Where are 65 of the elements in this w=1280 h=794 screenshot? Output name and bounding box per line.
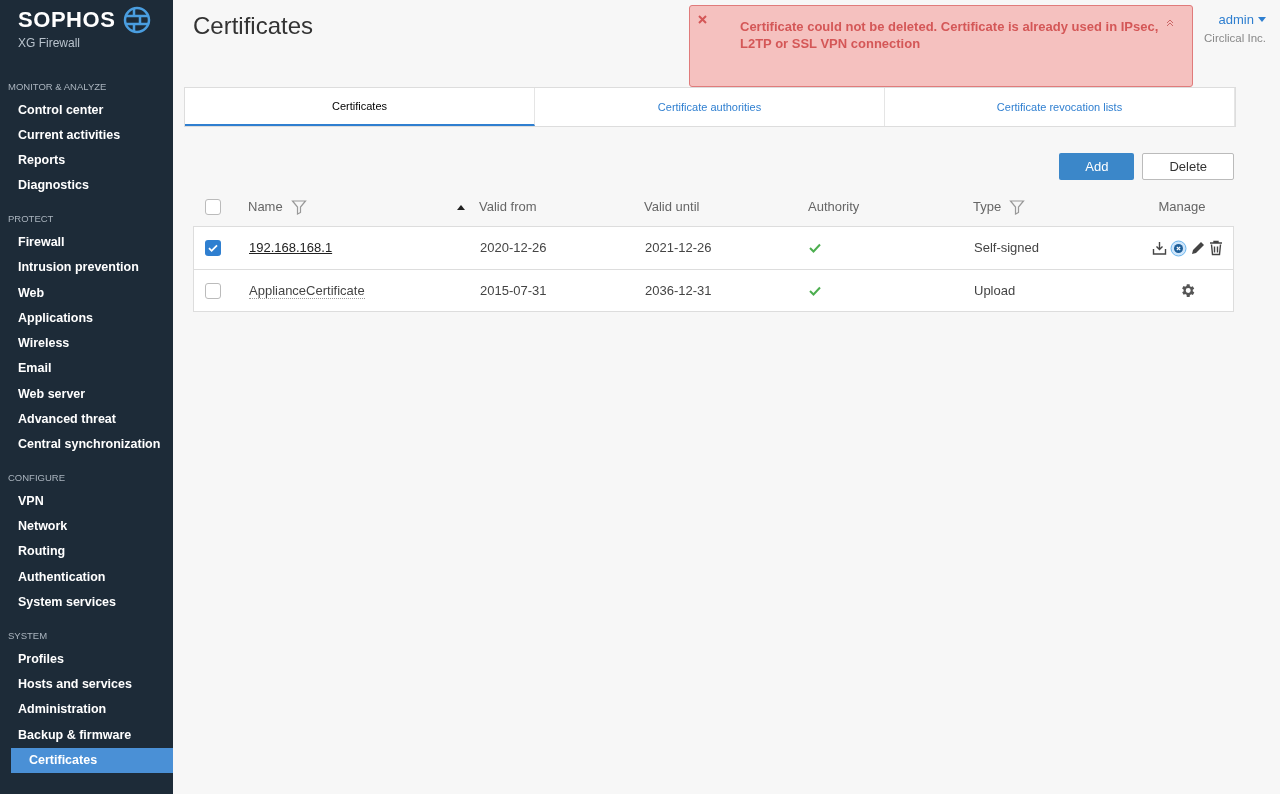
tab[interactable]: Certificate authorities: [535, 88, 885, 126]
column-header[interactable]: Type: [973, 197, 1002, 217]
nav-item[interactable]: Current activities: [0, 122, 173, 148]
nav-item[interactable]: Wireless: [0, 330, 173, 357]
nav-item[interactable]: Central synchronization: [0, 432, 173, 458]
table-cell-text: Self-signed: [974, 239, 1041, 258]
page-title: Certificates: [192, 11, 314, 41]
globe-icon: [123, 6, 152, 34]
tab[interactable]: Certificates: [185, 88, 535, 126]
nav-item[interactable]: Applications: [0, 305, 173, 331]
nav-item[interactable]: Diagnostics: [0, 173, 173, 199]
column-header: Manage: [1157, 198, 1207, 217]
section-title: PROTECT: [7, 212, 55, 227]
filter-icon[interactable]: [1009, 199, 1026, 215]
column-header[interactable]: Name: [248, 197, 283, 217]
nav-item[interactable]: Backup & firmware: [0, 722, 173, 748]
nav-item[interactable]: System services: [0, 589, 173, 616]
sort-icon[interactable]: [457, 204, 465, 210]
product-name: XG Firewall: [18, 35, 81, 52]
nav-item[interactable]: Routing: [0, 539, 173, 565]
checkbox[interactable]: [205, 240, 221, 256]
column-header[interactable]: Valid until: [644, 197, 808, 217]
add-button[interactable]: Add: [1059, 153, 1135, 180]
nav-item[interactable]: Profiles: [0, 646, 173, 672]
error-message: Certificate could not be deleted. Certificate is already used in IPsec, L2TP or SSL VPN connection: [740, 18, 1160, 52]
trash-icon[interactable]: [1208, 240, 1223, 256]
nav-item[interactable]: Reports: [0, 147, 173, 174]
table-cell-text: 2036-12-31: [645, 281, 713, 300]
nav-item[interactable]: Advanced threat: [0, 406, 173, 433]
certificate-name[interactable]: 192.168.168.1: [249, 238, 333, 258]
nav-item[interactable]: Web server: [0, 381, 173, 407]
nav-item[interactable]: Control center: [0, 97, 173, 123]
column-header[interactable]: Valid from: [479, 197, 644, 217]
nav-item[interactable]: Intrusion prevention: [0, 255, 173, 281]
checkbox[interactable]: [205, 199, 221, 215]
nav-item[interactable]: Administration: [0, 696, 173, 723]
table-cell-text: 2021-12-26: [645, 239, 713, 258]
delete-button[interactable]: Delete: [1142, 153, 1234, 180]
nav-item[interactable]: Firewall: [0, 229, 173, 255]
company-name: Circlical Inc.: [1204, 30, 1266, 46]
checkbox[interactable]: [205, 282, 221, 299]
certificate-name[interactable]: ApplianceCertificate: [249, 282, 365, 299]
user-menu[interactable]: admin: [1218, 10, 1254, 30]
pencil-icon[interactable]: [1189, 240, 1206, 256]
tab[interactable]: Certificate revocation lists: [885, 88, 1235, 126]
table-cell-text: 2015-07-31: [480, 281, 548, 300]
nav-item[interactable]: VPN: [0, 488, 173, 514]
collapse-icon[interactable]: [1166, 19, 1174, 27]
nav-item[interactable]: Email: [0, 356, 173, 382]
caret-icon[interactable]: [1258, 17, 1266, 23]
section-title: SYSTEM: [7, 629, 49, 644]
section-title: CONFIGURE: [7, 471, 66, 486]
table-cell-text: 2020-12-26: [480, 239, 548, 258]
filter-icon[interactable]: [290, 199, 307, 215]
brand-name: SOPHOS: [18, 6, 116, 34]
nav-item[interactable]: Hosts and services: [0, 671, 173, 697]
nav-item[interactable]: Web: [0, 280, 173, 306]
column-header[interactable]: Authority: [808, 197, 973, 217]
section-title: MONITOR & ANALYZE: [7, 80, 108, 94]
nav-item[interactable]: Authentication: [0, 564, 173, 590]
download-icon[interactable]: [1151, 240, 1167, 256]
table-cell-text: Upload: [974, 281, 1017, 300]
revoke-icon[interactable]: [1169, 239, 1187, 257]
nav-item[interactable]: Network: [0, 513, 173, 540]
close-icon[interactable]: [698, 15, 707, 24]
